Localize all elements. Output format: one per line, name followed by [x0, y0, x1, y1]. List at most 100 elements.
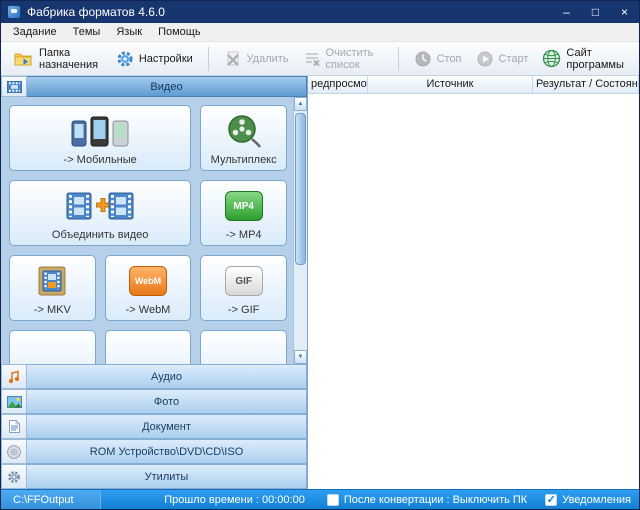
delete-icon: [224, 50, 242, 68]
notifications-checkbox[interactable]: ✓ Уведомления: [545, 493, 631, 506]
format-icon: [203, 334, 284, 364]
film-strip-icon: [12, 259, 93, 303]
maximize-button[interactable]: □: [581, 1, 610, 23]
toolbar-destination-folder-button[interactable]: Папка назначения: [7, 43, 109, 75]
format-button-partial[interactable]: [104, 330, 192, 364]
toolbar-settings-button[interactable]: Настройки: [109, 46, 200, 72]
disc-icon: [1, 439, 27, 464]
column-header-preview[interactable]: редпросмот: [308, 76, 368, 93]
start-play-icon: [476, 50, 494, 68]
menu-item-help[interactable]: Помощь: [150, 24, 209, 40]
format-button-gif[interactable]: GIF -> GIF: [200, 255, 287, 321]
menu-item-language[interactable]: Язык: [108, 24, 150, 40]
format-button-label: Мультиплекс: [210, 154, 277, 166]
task-list-body[interactable]: [308, 94, 639, 489]
column-header-result[interactable]: Результат / Состояние: [533, 76, 639, 93]
format-button-mkv[interactable]: -> MKV: [9, 255, 96, 321]
webm-badge-text: WebM: [128, 266, 167, 296]
shutdown-after-conversion-checkbox[interactable]: После конвертации : Выключить ПК: [326, 493, 528, 506]
window-controls: – □ ×: [552, 1, 639, 23]
video-formats-area: -> Мобильные Мультиплекс Объединить виде…: [1, 97, 307, 364]
main-area: Видео -> Мобильные Мультиплекс Объединит…: [1, 76, 639, 489]
toolbar-button-label: Удалить: [246, 52, 289, 65]
sidebar-section-label[interactable]: Аудио: [27, 364, 307, 389]
toolbar-button-label: Сайт программы: [566, 46, 624, 71]
checkbox-unchecked-icon[interactable]: [326, 493, 339, 506]
music-note-icon: [1, 364, 27, 389]
format-button-mp4[interactable]: MP4 -> MP4: [200, 180, 287, 246]
sidebar-section-utilities[interactable]: Утилиты: [1, 464, 307, 489]
output-folder-button[interactable]: C:\FFOutput: [1, 490, 101, 509]
menu-item-task[interactable]: Задание: [5, 24, 65, 40]
format-button-multiplex[interactable]: Мультиплекс: [200, 105, 287, 171]
scroll-down-arrow[interactable]: ▼: [294, 350, 307, 364]
gif-badge-icon: GIF: [203, 259, 284, 303]
format-button-webm[interactable]: WebM -> WebM: [104, 255, 192, 321]
toolbar-separator: [397, 46, 399, 71]
sidebar-section-label[interactable]: Фото: [27, 389, 307, 414]
sidebar-section-document[interactable]: Документ: [1, 414, 307, 439]
toolbar-clear-list-button[interactable]: Очистить список: [296, 43, 390, 75]
toolbar-start-button[interactable]: Старт: [469, 46, 536, 72]
format-button-partial[interactable]: [9, 330, 96, 364]
sidebar-section-label[interactable]: Документ: [27, 414, 307, 439]
clear-list-icon: [303, 50, 321, 68]
format-button-label: -> Мобильные: [63, 154, 137, 166]
toolbar-delete-button[interactable]: Удалить: [217, 46, 296, 72]
document-icon: [1, 414, 27, 439]
formats-scrollbar[interactable]: ▲ ▼: [293, 97, 307, 364]
toolbar: Папка назначения Настройки Удалить Очист…: [1, 42, 639, 76]
toolbar-button-label: Настройки: [138, 52, 193, 65]
minimize-button[interactable]: –: [552, 1, 581, 23]
window-title: Фабрика форматов 4.6.0: [27, 5, 165, 19]
format-button-label: -> MP4: [225, 229, 262, 241]
format-button-partial[interactable]: [200, 330, 287, 364]
sidebar-section-label[interactable]: ROM Устройство\DVD\CD\ISO: [27, 439, 307, 464]
checkbox-checked-icon[interactable]: ✓: [545, 493, 558, 506]
stop-clock-icon: [414, 50, 432, 68]
scroll-thumb[interactable]: [295, 113, 306, 265]
column-header-source[interactable]: Источник: [368, 76, 533, 93]
video-section-title[interactable]: Видео: [27, 76, 307, 97]
format-button-label: -> WebM: [125, 304, 171, 316]
format-icon: [12, 334, 93, 364]
mp4-badge-text: MP4: [224, 191, 263, 221]
titlebar[interactable]: Фабрика форматов 4.6.0 – □ ×: [1, 1, 639, 23]
sidebar-section-rom-device[interactable]: ROM Устройство\DVD\CD\ISO: [1, 439, 307, 464]
elapsed-time-label: Прошло времени : 00:00:00: [164, 493, 305, 506]
toolbar-button-label: Папка назначения: [39, 46, 99, 71]
sidebar-section-audio[interactable]: Аудио: [1, 364, 307, 389]
mobile-devices-icon: [12, 109, 188, 153]
format-button-label: Объединить видео: [51, 229, 149, 241]
toolbar-website-button[interactable]: Сайт программы: [535, 43, 631, 75]
app-window: Фабрика форматов 4.6.0 – □ × Задание Тем…: [0, 0, 640, 510]
notifications-label: Уведомления: [562, 493, 631, 506]
format-button-label: -> GIF: [227, 304, 260, 316]
task-table-header: редпросмот Источник Результат / Состояни…: [308, 76, 639, 94]
toolbar-button-label: Очистить список: [325, 46, 374, 71]
utilities-gear-icon: [1, 464, 27, 489]
app-icon: [7, 5, 21, 19]
mp4-badge-icon: MP4: [203, 184, 284, 228]
film-reel-icon: [203, 109, 284, 153]
toolbar-button-label: Стоп: [436, 52, 462, 65]
format-sidebar: Видео -> Мобильные Мультиплекс Объединит…: [1, 76, 308, 489]
menu-item-themes[interactable]: Темы: [65, 24, 109, 40]
gif-badge-text: GIF: [224, 266, 263, 296]
checkmark-icon: ✓: [546, 493, 556, 506]
webm-badge-icon: WebM: [108, 259, 189, 303]
format-button-mobile[interactable]: -> Мобильные: [9, 105, 192, 171]
video-formats-grid: -> Мобильные Мультиплекс Объединить виде…: [1, 97, 293, 364]
close-button[interactable]: ×: [610, 1, 639, 23]
shutdown-after-conversion-label: После конвертации : Выключить ПК: [343, 493, 528, 506]
video-section-header[interactable]: Видео: [1, 76, 307, 97]
toolbar-button-label: Старт: [498, 52, 529, 65]
join-video-icon: [12, 184, 188, 228]
video-film-icon: [1, 76, 27, 97]
scroll-up-arrow[interactable]: ▲: [294, 97, 307, 111]
format-button-join-video[interactable]: Объединить видео: [9, 180, 192, 246]
toolbar-stop-button[interactable]: Стоп: [407, 46, 469, 72]
sidebar-section-photo[interactable]: Фото: [1, 389, 307, 414]
sidebar-section-label[interactable]: Утилиты: [27, 464, 307, 489]
statusbar: C:\FFOutput Прошло времени : 00:00:00 По…: [1, 489, 639, 509]
